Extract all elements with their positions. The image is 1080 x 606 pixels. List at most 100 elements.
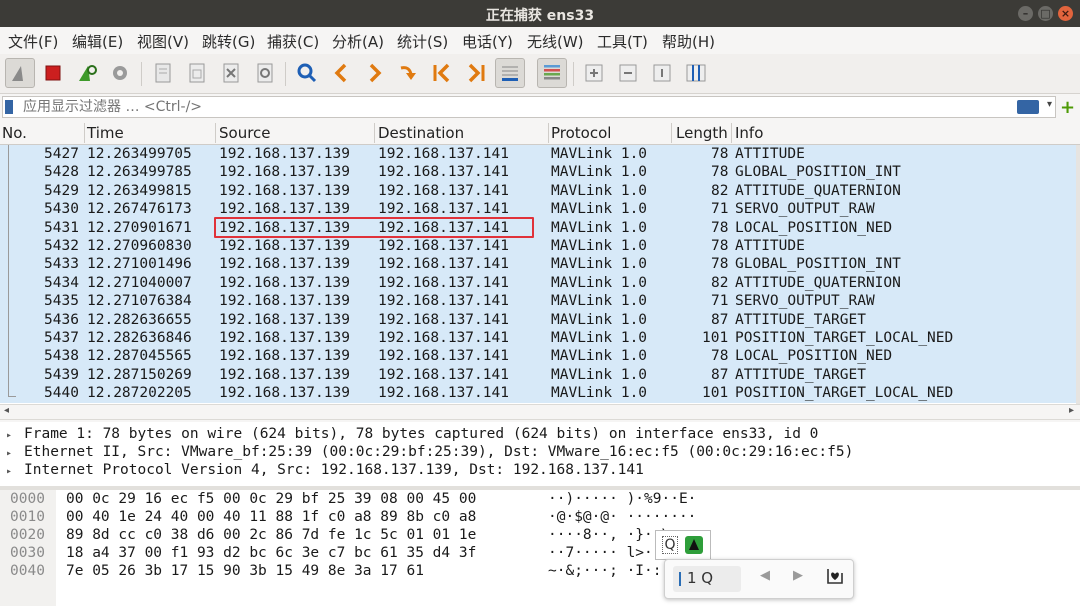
table-row[interactable]: 5440 12.287202205 192.168.137.139 192.16… (0, 384, 1076, 403)
packet-destination: 192.168.137.141 (378, 201, 509, 218)
menu-tools[interactable]: 工具(T) (597, 31, 648, 52)
table-row[interactable]: 5434 12.271040007 192.168.137.139 192.16… (0, 273, 1076, 293)
maximize-button[interactable]: □ (1038, 6, 1053, 21)
display-filter-input[interactable] (23, 99, 623, 115)
previous-result-icon[interactable]: ◀ (760, 568, 770, 583)
column-no[interactable]: No. (2, 124, 27, 142)
toolbar-separator (573, 62, 574, 86)
chevron-down-icon[interactable]: ▾ (1047, 99, 1052, 110)
table-row[interactable]: 5427 12.263499705 192.168.137.139 192.16… (0, 145, 1076, 164)
menu-wireless[interactable]: 无线(W) (527, 31, 584, 52)
packet-destination: 192.168.137.141 (378, 146, 509, 162)
next-result-icon[interactable]: ▶ (793, 568, 803, 583)
last-packet-button[interactable] (461, 58, 491, 88)
table-row[interactable]: 5436 12.282636655 192.168.137.139 192.16… (0, 310, 1076, 329)
table-row[interactable]: 5437 12.282636846 192.168.137.139 192.16… (0, 329, 1076, 348)
apply-filter-arrow-icon[interactable] (1017, 100, 1039, 114)
column-protocol[interactable]: Protocol (551, 124, 611, 142)
add-filter-button[interactable]: + (1060, 97, 1075, 118)
packet-bytes-pane: 0000 00 0c 29 16 ec f5 00 0c 29 bf 25 39… (0, 490, 1080, 606)
shark-fin-icon (12, 66, 23, 81)
ime-logo-icon[interactable] (684, 535, 704, 555)
go-back-button[interactable] (326, 58, 356, 88)
resize-columns-button[interactable] (681, 58, 711, 88)
menubar: 文件(F) 编辑(E) 视图(V) 跳转(G) 捕获(C) 分析(A) 统计(S… (0, 27, 1080, 54)
zoom-out-button[interactable] (613, 58, 643, 88)
scroll-left-icon[interactable]: ◂ (4, 405, 9, 416)
table-row[interactable]: 5433 12.271001496 192.168.137.139 192.16… (0, 255, 1076, 274)
menu-telephony[interactable]: 电话(Y) (462, 31, 513, 52)
detail-row-ipv4[interactable]: ▸ Internet Protocol Version 4, Src: 192.1… (6, 462, 644, 478)
menu-statistics[interactable]: 统计(S) (397, 31, 448, 52)
table-row[interactable]: 5432 12.270960830 192.168.137.139 192.16… (0, 237, 1076, 256)
packet-time: 12.282636846 (87, 330, 192, 346)
menu-help[interactable]: 帮助(H) (662, 31, 715, 52)
table-row[interactable]: 5429 12.263499815 192.168.137.139 192.16… (0, 181, 1076, 201)
menu-go[interactable]: 跳转(G) (202, 31, 255, 52)
packet-list-hscrollbar[interactable]: ◂ ▸ (0, 404, 1080, 420)
table-row[interactable]: 5439 12.287150269 192.168.137.139 192.16… (0, 365, 1076, 385)
zoom-in-button[interactable] (579, 58, 609, 88)
packet-destination: 192.168.137.141 (378, 256, 509, 273)
column-info[interactable]: Info (735, 124, 763, 142)
packet-source: 192.168.137.139 (219, 201, 350, 218)
detail-row-frame[interactable]: ▸ Frame 1: 78 bytes on wire (624 bits), 7… (6, 426, 818, 442)
table-row[interactable]: 5438 12.287045565 192.168.137.139 192.16… (0, 347, 1076, 366)
ime-toolbar[interactable]: Q (655, 530, 711, 560)
first-packet-button[interactable] (427, 58, 457, 88)
table-row[interactable]: 5430 12.267476173 192.168.137.139 192.16… (0, 200, 1076, 219)
close-file-button[interactable] (216, 58, 246, 88)
packet-source: 192.168.137.139 (219, 293, 350, 310)
packet-length: 101 (702, 330, 729, 346)
menu-analyze[interactable]: 分析(A) (332, 31, 384, 52)
close-window-button[interactable]: × (1058, 6, 1073, 21)
column-destination[interactable]: Destination (378, 124, 464, 142)
menu-file[interactable]: 文件(F) (8, 31, 58, 52)
ime-q-icon[interactable]: Q (662, 536, 678, 554)
packet-length: 78 (711, 238, 729, 254)
menu-capture[interactable]: 捕获(C) (267, 31, 319, 52)
column-length[interactable]: Length (676, 124, 728, 142)
expand-arrow-icon[interactable]: ▸ (6, 430, 24, 441)
search-count-field[interactable]: 1 Q (673, 566, 741, 592)
column-source[interactable]: Source (219, 124, 271, 142)
colorize-button[interactable] (537, 58, 567, 88)
packet-length: 87 (711, 366, 729, 383)
packet-time: 12.267476173 (87, 201, 192, 218)
display-filter-bar[interactable]: ▾ (2, 96, 1056, 118)
reload-file-button[interactable] (250, 58, 280, 88)
table-row[interactable]: 5428 12.263499785 192.168.137.139 192.16… (0, 163, 1076, 182)
expand-arrow-icon[interactable]: ▸ (6, 448, 24, 459)
packet-time: 12.282636655 (87, 311, 192, 328)
go-forward-button[interactable] (360, 58, 390, 88)
packet-time: 12.287202205 (87, 385, 192, 402)
menu-view[interactable]: 视图(V) (137, 31, 189, 52)
find-packet-button[interactable] (292, 58, 322, 88)
normal-size-button[interactable] (647, 58, 677, 88)
menu-edit[interactable]: 编辑(E) (72, 31, 123, 52)
minimize-button[interactable]: – (1018, 6, 1033, 21)
open-file-button[interactable] (148, 58, 178, 88)
stop-capture-button[interactable] (38, 58, 68, 88)
packet-time: 12.287045565 (87, 348, 192, 365)
bookmark-icon[interactable] (5, 100, 13, 114)
detail-row-ethernet[interactable]: ▸ Ethernet II, Src: VMware_bf:25:39 (00:0… (6, 444, 853, 460)
capture-options-button[interactable] (105, 58, 135, 88)
autoscroll-button[interactable] (495, 58, 525, 88)
toolbar-separator (285, 62, 286, 86)
table-row[interactable]: 5435 12.271076384 192.168.137.139 192.16… (0, 292, 1076, 311)
bytes-hex: 89 8d cc c0 38 d6 00 2c 86 7d fe 1c 5c 0… (66, 527, 477, 543)
search-popup: 1 Q ◀ ▶ (664, 559, 854, 599)
favorite-icon[interactable] (825, 566, 845, 586)
zoom-in-icon (585, 64, 603, 82)
save-file-button[interactable] (182, 58, 212, 88)
restart-capture-button[interactable] (72, 58, 102, 88)
column-time[interactable]: Time (87, 124, 124, 142)
go-to-packet-button[interactable] (393, 58, 423, 88)
packet-list-scrollbar[interactable] (1076, 145, 1080, 405)
start-capture-button[interactable] (5, 58, 35, 88)
table-row[interactable]: 5431 12.270901671 192.168.137.139 192.16… (0, 218, 1076, 237)
expand-arrow-icon[interactable]: ▸ (6, 466, 24, 477)
jump-arrow-icon (400, 66, 416, 80)
scroll-right-icon[interactable]: ▸ (1069, 405, 1074, 416)
